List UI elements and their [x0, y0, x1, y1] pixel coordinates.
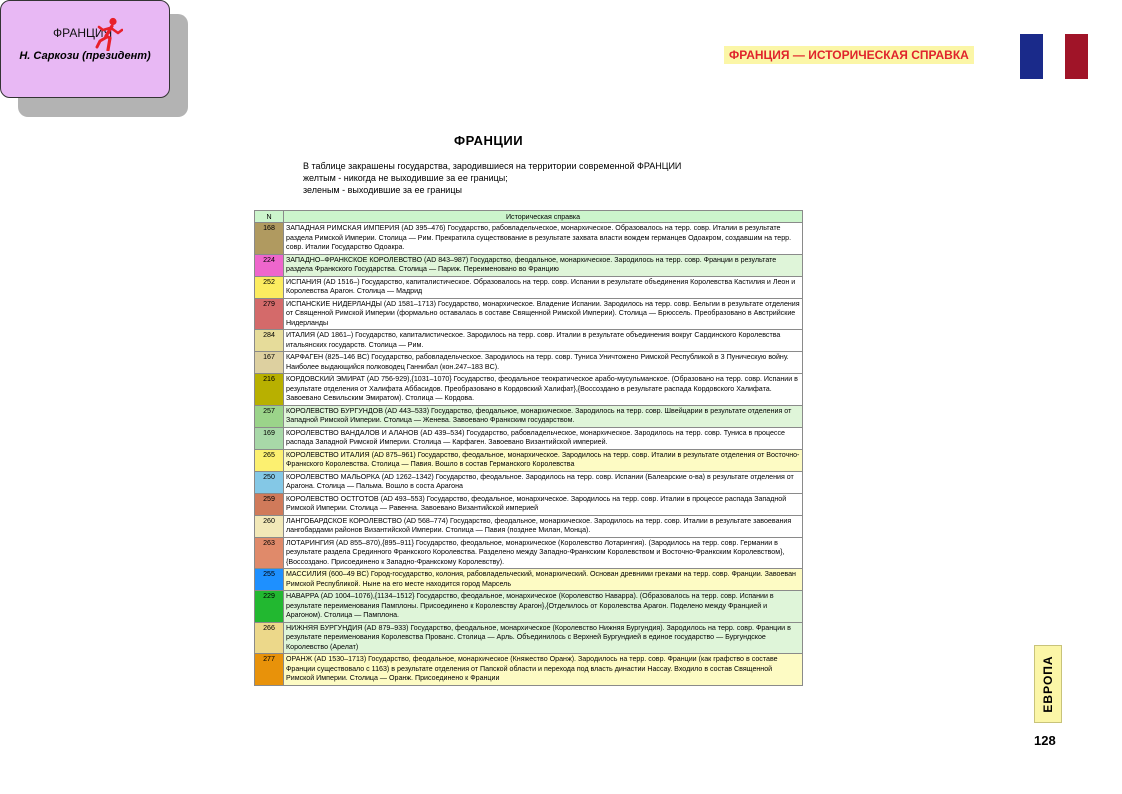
region-label-text: ЕВРОПА	[1041, 655, 1055, 713]
badge-president-label: Н. Саркози (президент)	[19, 50, 151, 62]
intro-line: В таблице закрашены государства, зародив…	[303, 161, 682, 171]
flag-stripe-red	[1065, 34, 1089, 79]
state-description-cell: КОРДОВСКИЙ ЭМИРАТ (AD 756-929),{1031–107…	[283, 373, 803, 406]
column-header-description: Историческая справка	[283, 210, 803, 223]
table-row: 229 НАВАРРА (AD 1004–1076),{1134–1512} Го…	[254, 590, 803, 623]
state-description-cell: НАВАРРА (AD 1004–1076),{1134–1512} Госуд…	[283, 590, 803, 623]
state-description-text: НИЖНЯЯ БУРГУНДИЯ (AD 879–933) Государств…	[286, 623, 791, 651]
state-number-cell: 168	[254, 222, 284, 255]
state-description-text: ИТАЛИЯ (AD 1861–) Государство, капиталис…	[286, 331, 781, 349]
flag-of-france	[1020, 34, 1089, 79]
state-description-text: КАРФАГЕН (825–146 BC) Государство, рабов…	[286, 353, 789, 371]
state-description-cell: ЗАПАДНАЯ РИМСКАЯ ИМПЕРИЯ (AD 395–476) Го…	[283, 222, 803, 255]
state-number-cell: 265	[254, 448, 284, 472]
state-description-cell: КАРФАГЕН (825–146 BC) Государство, рабов…	[283, 351, 803, 374]
state-number-cell: 255	[254, 568, 284, 591]
state-description-cell: ЛАНГОБАРДСКОЕ КОРОЛЕВСТВО (AD 568–774) Г…	[283, 514, 803, 538]
table-row: 168 ЗАПАДНАЯ РИМСКАЯ ИМПЕРИЯ (AD 395–476)…	[254, 222, 803, 255]
state-description-cell: ЛОТАРИНГИЯ (AD 855–870),{895–911} Госуда…	[283, 536, 803, 569]
history-table: N Историческая справка 168 ЗАПАДНАЯ РИМСК…	[254, 210, 803, 686]
state-description-text: ОРАНЖ (AD 1530–1713) Государство, феодал…	[286, 655, 778, 682]
intro-line: зеленым - выходившие за ее границы	[303, 185, 462, 195]
flag-stripe-blue	[1020, 34, 1043, 79]
state-description-text: КОРОЛЕВСТВО МАЛЬОРКА (AD 1262–1342) Госу…	[286, 472, 794, 491]
state-number-cell: 224	[254, 253, 284, 277]
table-row: 265 КОРОЛЕВСТВО ИТАЛИЯ (AD 875–961) Госуд…	[254, 448, 803, 472]
state-number-cell: 259	[254, 492, 284, 516]
table-row: 216 КОРДОВСКИЙ ЭМИРАТ (AD 756-929),{1031–…	[254, 373, 803, 406]
region-label: ЕВРОПА	[1034, 645, 1062, 723]
state-number-cell: 284	[254, 329, 284, 352]
state-number-cell: 216	[254, 373, 284, 406]
state-description-text: НАВАРРА (AD 1004–1076),{1134–1512} Госуд…	[286, 592, 774, 619]
flag-stripe-white	[1042, 34, 1066, 79]
state-number-cell: 169	[254, 426, 284, 450]
table-row: 284 ИТАЛИЯ (AD 1861–) Государство, капита…	[254, 329, 803, 352]
state-number-cell: 229	[254, 590, 284, 623]
state-description-text: ИСПАНСКИЕ НИДЕРЛАНДЫ (AD 1581–1713) Госу…	[286, 299, 800, 327]
document-title: ФРАНЦИИ	[454, 133, 524, 148]
state-description-text: ЗАПАДНАЯ РИМСКАЯ ИМПЕРИЯ (AD 395–476) Го…	[286, 224, 792, 251]
state-description-text: КОРОЛЕВСТВО ВАНДАЛОВ И АЛАНОВ (AD 439–53…	[286, 428, 785, 447]
state-description-text: ЛОТАРИНГИЯ (AD 855–870),{895–911} Госуда…	[286, 538, 785, 566]
header-title: ФРАНЦИЯ — ИСТОРИЧЕСКАЯ СПРАВКА	[724, 46, 974, 64]
state-number-cell: 263	[254, 536, 284, 569]
state-description-cell: ИСПАНИЯ (AD 1516–) Государство, капитали…	[283, 275, 803, 299]
state-description-text: МАССИЛИЯ (600–49 BC) Город-государство, …	[286, 570, 796, 588]
runner-icon	[95, 17, 123, 51]
page-number: 128	[1034, 733, 1056, 748]
state-number-cell: 257	[254, 404, 284, 428]
table-row: 169 КОРОЛЕВСТВО ВАНДАЛОВ И АЛАНОВ (AD 439…	[254, 426, 803, 450]
state-description-text: ЗАПАДНО–ФРАНКСКОЕ КОРОЛЕВСТВО (AD 843–98…	[286, 255, 777, 274]
state-number-cell: 266	[254, 621, 284, 654]
state-description-cell: КОРОЛЕВСТВО ОСТГОТОВ (AD 493–553) Госуда…	[283, 492, 803, 516]
intro-text: В таблице закрашены государства, зародив…	[303, 160, 681, 196]
state-number-cell: 260	[254, 514, 284, 538]
state-description-text: КОРОЛЕВСТВО БУРГУНДОВ (AD 443–533) Госуд…	[286, 406, 792, 425]
table-row: 259 КОРОЛЕВСТВО ОСТГОТОВ (AD 493–553) Гос…	[254, 492, 803, 516]
table-row: 260 ЛАНГОБАРДСКОЕ КОРОЛЕВСТВО (AD 568–774…	[254, 514, 803, 538]
state-description-cell: КОРОЛЕВСТВО ВАНДАЛОВ И АЛАНОВ (AD 439–53…	[283, 426, 803, 450]
table-row: 255 МАССИЛИЯ (600–49 BC) Город-государств…	[254, 568, 803, 591]
state-description-text: ЛАНГОБАРДСКОЕ КОРОЛЕВСТВО (AD 568–774) Г…	[286, 516, 792, 535]
table-header-row: N Историческая справка	[254, 210, 803, 223]
intro-line: желтым - никогда не выходившие за ее гра…	[303, 173, 508, 183]
state-description-cell: ЗАПАДНО–ФРАНКСКОЕ КОРОЛЕВСТВО (AD 843–98…	[283, 253, 803, 277]
table-row: 263 ЛОТАРИНГИЯ (AD 855–870),{895–911} Гос…	[254, 536, 803, 569]
table-row: 257 КОРОЛЕВСТВО БУРГУНДОВ (AD 443–533) Го…	[254, 404, 803, 428]
state-description-cell: КОРОЛЕВСТВО БУРГУНДОВ (AD 443–533) Госуд…	[283, 404, 803, 428]
table-row: 252 ИСПАНИЯ (AD 1516–) Государство, капит…	[254, 275, 803, 299]
state-description-cell: КОРОЛЕВСТВО МАЛЬОРКА (AD 1262–1342) Госу…	[283, 470, 803, 494]
state-description-cell: КОРОЛЕВСТВО ИТАЛИЯ (AD 875–961) Государс…	[283, 448, 803, 472]
state-number-cell: 167	[254, 351, 284, 374]
state-description-cell: МАССИЛИЯ (600–49 BC) Город-государство, …	[283, 568, 803, 591]
country-badge: ФРАНЦИЯ Н. Саркози (президент)	[0, 0, 170, 98]
state-description-text: КОРОЛЕВСТВО ОСТГОТОВ (AD 493–553) Госуда…	[286, 494, 787, 513]
table-row: 277 ОРАНЖ (AD 1530–1713) Государство, фео…	[254, 653, 803, 686]
state-number-cell: 250	[254, 470, 284, 494]
table-row: 250 КОРОЛЕВСТВО МАЛЬОРКА (AD 1262–1342) Г…	[254, 470, 803, 494]
table-body: 168 ЗАПАДНАЯ РИМСКАЯ ИМПЕРИЯ (AD 395–476)…	[254, 222, 803, 686]
state-description-cell: ОРАНЖ (AD 1530–1713) Государство, феодал…	[283, 653, 803, 686]
table-row: 224 ЗАПАДНО–ФРАНКСКОЕ КОРОЛЕВСТВО (AD 843…	[254, 253, 803, 277]
state-number-cell: 277	[254, 653, 284, 686]
state-description-text: КОРДОВСКИЙ ЭМИРАТ (AD 756-929),{1031–107…	[286, 375, 798, 402]
state-description-cell: НИЖНЯЯ БУРГУНДИЯ (AD 879–933) Государств…	[283, 621, 803, 654]
state-description-text: ИСПАНИЯ (AD 1516–) Государство, капитали…	[286, 277, 796, 296]
table-row: 279 ИСПАНСКИЕ НИДЕРЛАНДЫ (AD 1581–1713) Г…	[254, 297, 803, 330]
state-number-cell: 252	[254, 275, 284, 299]
state-number-cell: 279	[254, 297, 284, 330]
state-description-text: КОРОЛЕВСТВО ИТАЛИЯ (AD 875–961) Государс…	[286, 450, 800, 469]
state-description-cell: ИСПАНСКИЕ НИДЕРЛАНДЫ (AD 1581–1713) Госу…	[283, 297, 803, 330]
table-row: 266 НИЖНЯЯ БУРГУНДИЯ (AD 879–933) Государ…	[254, 621, 803, 654]
table-row: 167 КАРФАГЕН (825–146 BC) Государство, ра…	[254, 351, 803, 374]
state-description-cell: ИТАЛИЯ (AD 1861–) Государство, капиталис…	[283, 329, 803, 352]
column-header-number: N	[254, 210, 284, 223]
